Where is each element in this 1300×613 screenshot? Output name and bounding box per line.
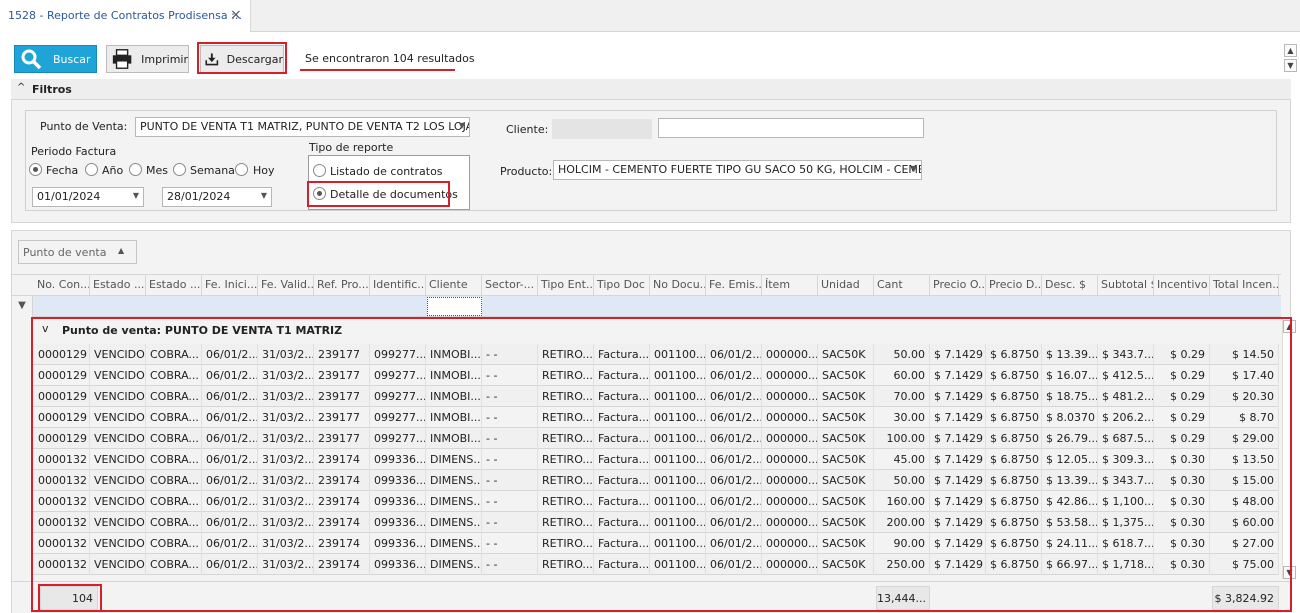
col-header-estado-2[interactable]: Estado ... xyxy=(146,274,202,296)
filter-icon: ▼ xyxy=(12,296,33,317)
date-from-value: 01/01/2024 xyxy=(37,190,101,203)
col-header-identificacion[interactable]: Identific... xyxy=(370,274,426,296)
scroll-up-icon[interactable]: ▲ xyxy=(1284,44,1297,57)
radio-semana[interactable] xyxy=(173,163,186,176)
radio-fecha-label: Fecha xyxy=(46,164,79,177)
results-count: Se encontraron 104 resultados xyxy=(305,52,475,65)
radio-listado[interactable] xyxy=(313,164,326,177)
grid-highlight xyxy=(31,317,1292,612)
cliente-input[interactable] xyxy=(658,118,924,138)
detalle-highlight xyxy=(307,181,450,207)
grid-filter-row[interactable] xyxy=(12,296,1281,317)
col-header-precio-o[interactable]: Precio O... xyxy=(930,274,986,296)
col-header-tipo-entrega[interactable]: Tipo Ent... xyxy=(538,274,594,296)
cliente-label: Cliente: xyxy=(506,123,549,136)
search-icon xyxy=(21,49,42,70)
descargar-highlight xyxy=(197,42,287,74)
producto-value: HOLCIM - CEMENTO FUERTE TIPO GU SACO 50 … xyxy=(558,163,922,176)
imprimir-label: Imprimir xyxy=(141,52,188,66)
punto-venta-select[interactable]: PUNTO DE VENTA T1 MATRIZ, PUNTO DE VENTA… xyxy=(135,117,470,137)
tipo-label: Tipo de reporte xyxy=(309,141,394,154)
col-header-no-contrato[interactable]: No. Con... xyxy=(34,274,90,296)
date-to-value: 28/01/2024 xyxy=(167,190,231,203)
col-header-estado-1[interactable]: Estado ... xyxy=(90,274,146,296)
filters-title: Filtros xyxy=(32,83,72,96)
col-header-cant[interactable]: Cant xyxy=(874,274,930,296)
buscar-button[interactable]: Buscar xyxy=(14,45,97,73)
col-header-sector[interactable]: Sector-... xyxy=(482,274,538,296)
col-header-total-incentivo[interactable]: Total Incen... xyxy=(1210,274,1279,296)
chevron-up-icon[interactable]: ^ xyxy=(17,82,25,93)
radio-anio-label: Año xyxy=(102,164,124,177)
buscar-label: Buscar xyxy=(53,52,91,66)
scroll-down-icon[interactable]: ▼ xyxy=(1284,59,1297,72)
filter-cell-cliente[interactable] xyxy=(427,297,482,316)
imprimir-button[interactable]: Imprimir xyxy=(106,45,189,73)
col-header-desc[interactable]: Desc. $ xyxy=(1042,274,1098,296)
col-header-cliente[interactable]: Cliente xyxy=(426,274,482,296)
date-to-field[interactable]: 28/01/2024 ▼ xyxy=(162,187,272,207)
col-header-subtotal[interactable]: Subtotal $ xyxy=(1098,274,1154,296)
radio-fecha[interactable] xyxy=(29,163,42,176)
filters-header[interactable] xyxy=(11,79,1291,100)
producto-select[interactable]: HOLCIM - CEMENTO FUERTE TIPO GU SACO 50 … xyxy=(553,160,922,180)
col-header-fe-emision[interactable]: Fe. Emis... xyxy=(706,274,762,296)
punto-label: Punto de Venta: xyxy=(40,120,128,133)
radio-mes[interactable] xyxy=(129,163,142,176)
producto-label: Producto: xyxy=(500,165,553,178)
col-header-fe-inicio[interactable]: Fe. Inici... xyxy=(202,274,258,296)
tab-close-icon[interactable]: × xyxy=(230,7,242,23)
results-underline xyxy=(300,69,455,71)
printer-icon xyxy=(112,49,132,69)
sort-asc-icon: ▲ xyxy=(118,246,125,255)
periodo-label: Periodo Factura xyxy=(31,145,117,158)
chevron-down-icon: ▼ xyxy=(132,191,139,200)
col-header-item[interactable]: Ítem xyxy=(762,274,818,296)
radio-listado-label: Listado de contratos xyxy=(330,165,443,178)
radio-anio[interactable] xyxy=(85,163,98,176)
cliente-code-field[interactable] xyxy=(552,119,652,139)
radio-hoy[interactable] xyxy=(235,163,248,176)
chevron-down-icon: ▼ xyxy=(910,164,917,173)
punto-value: PUNTO DE VENTA T1 MATRIZ, PUNTO DE VENTA… xyxy=(140,120,470,133)
groupby-label: Punto de venta xyxy=(23,246,107,259)
chevron-down-icon: ▼ xyxy=(458,121,465,130)
radio-semana-label: Semana xyxy=(190,164,235,177)
date-from-field[interactable]: 01/01/2024 ▼ xyxy=(32,187,144,207)
chevron-down-icon: ▼ xyxy=(260,191,267,200)
radio-mes-label: Mes xyxy=(146,164,168,177)
col-header-incentivo[interactable]: Incentivo xyxy=(1154,274,1210,296)
col-header-tipo-doc[interactable]: Tipo Doc xyxy=(594,274,650,296)
tab-title: 1528 - Reporte de Contratos Prodisensa :… xyxy=(8,9,242,22)
col-header-fe-validez[interactable]: Fe. Valid... xyxy=(258,274,314,296)
col-header-precio-d[interactable]: Precio D... xyxy=(986,274,1042,296)
col-header-no-documento[interactable]: No Docu... xyxy=(650,274,706,296)
radio-hoy-label: Hoy xyxy=(253,164,275,177)
col-header-unidad[interactable]: Unidad xyxy=(818,274,874,296)
col-header-ref-pro[interactable]: Ref. Pro... xyxy=(314,274,370,296)
count-highlight xyxy=(38,584,102,612)
